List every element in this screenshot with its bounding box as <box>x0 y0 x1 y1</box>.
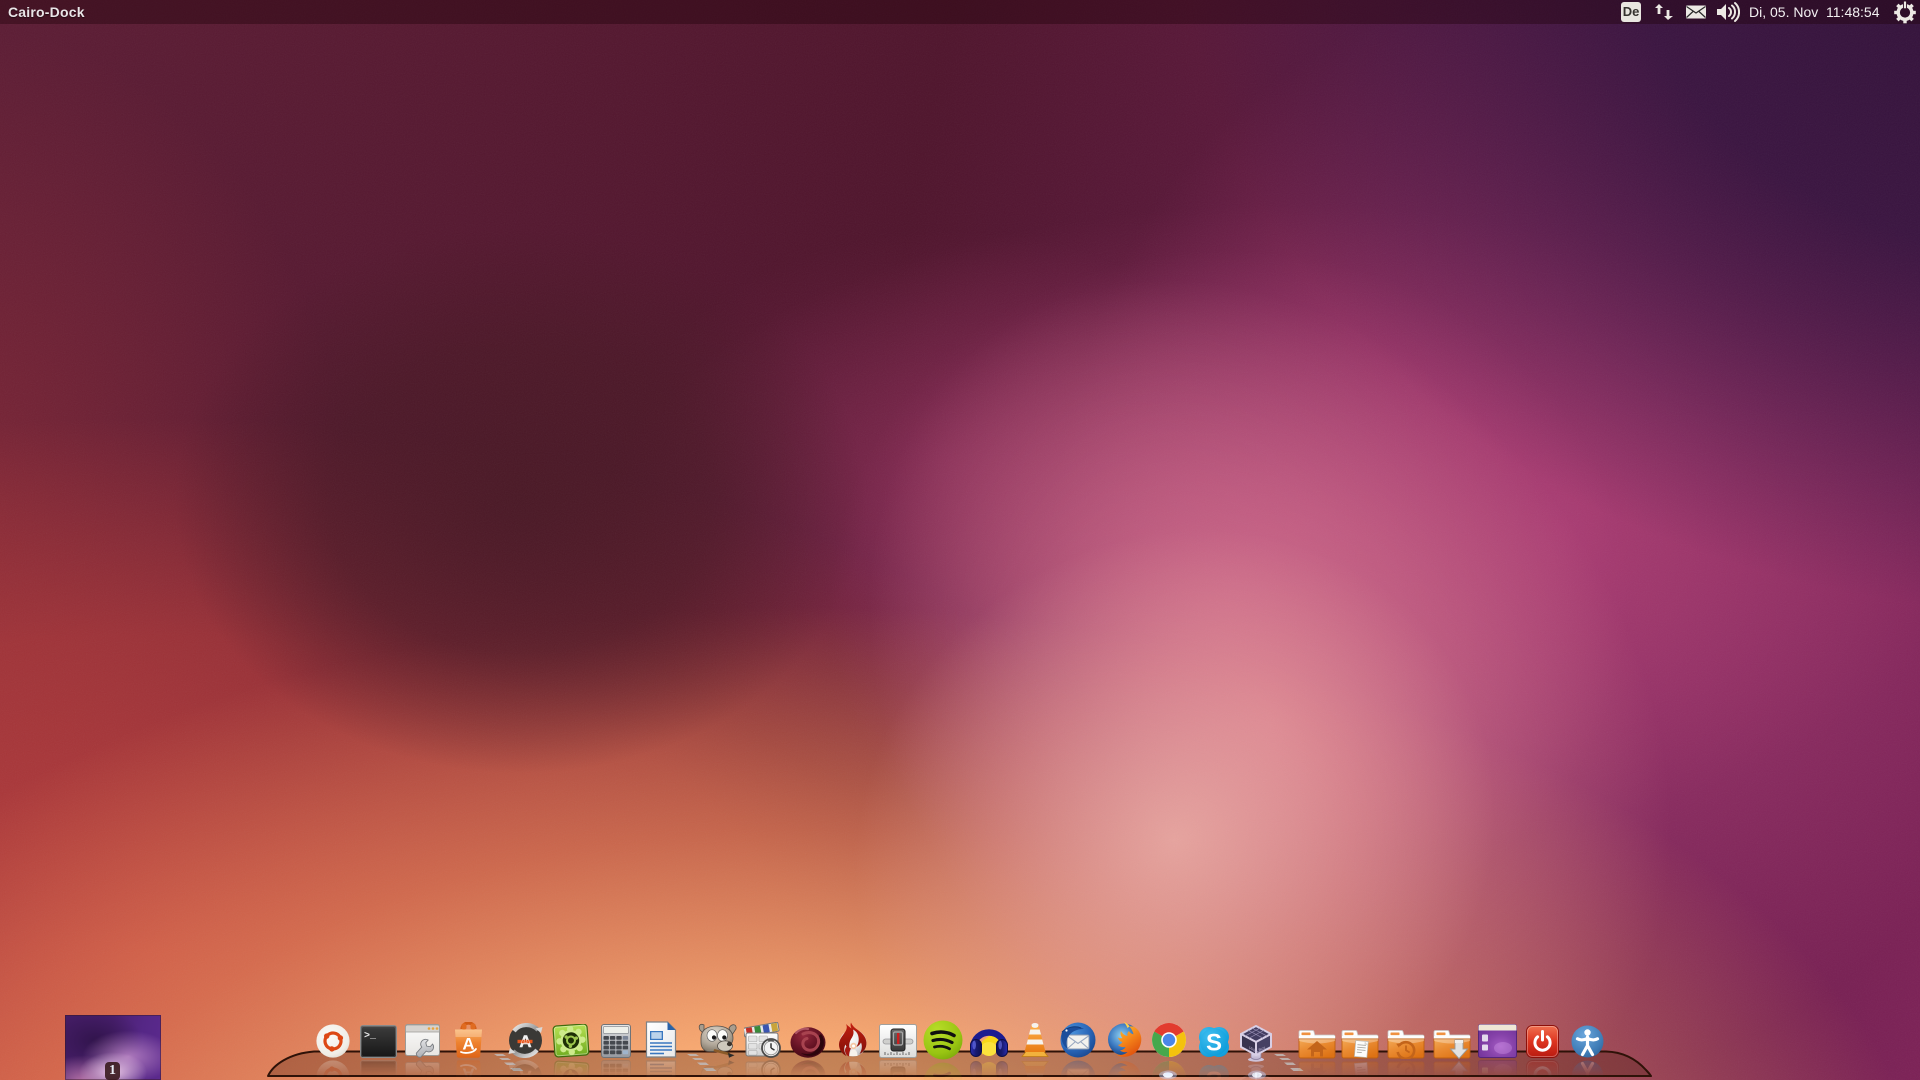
svg-text:S: S <box>1206 1030 1222 1057</box>
svg-text:A: A <box>519 1032 531 1051</box>
svg-text:>_: >_ <box>364 1031 377 1042</box>
